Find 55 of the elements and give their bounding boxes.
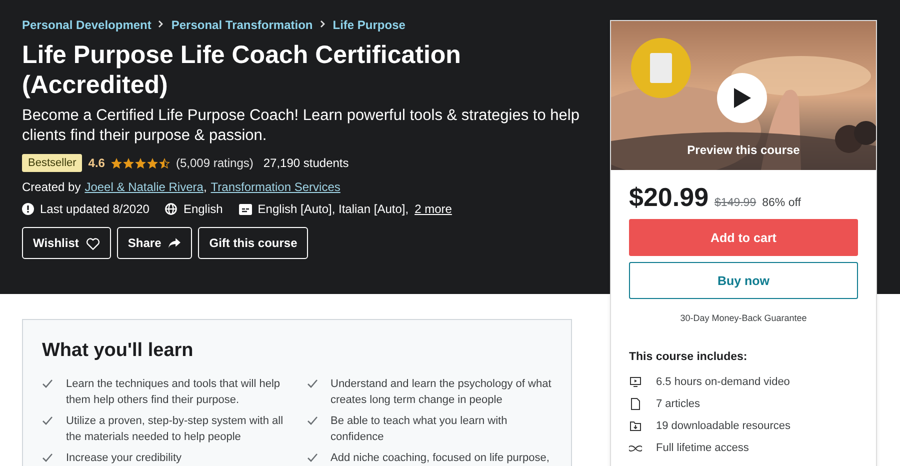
buy-now-button[interactable]: Buy now (629, 262, 858, 299)
bestseller-badge: Bestseller (22, 154, 82, 172)
section-heading: What you'll learn (42, 340, 194, 362)
learning-point: Add niche coaching, focused on life purpose, (330, 451, 550, 466)
guarantee-note: 30-Day Money-Back Guarantee (679, 313, 808, 323)
video-icon (629, 377, 642, 387)
feature-text: Full lifetime access (656, 442, 749, 454)
students-count: 27,190 students (263, 156, 349, 170)
created-by-label: Created by (22, 180, 81, 194)
check-icon (42, 379, 53, 388)
feature-text: 7 articles (656, 398, 700, 410)
rating-value: 4.6 (88, 156, 105, 170)
learning-point: Be able to teach what you learn with confidence (330, 414, 508, 445)
check-icon (306, 379, 318, 388)
current-price: $20.99 (629, 182, 709, 213)
folder-download-icon (629, 421, 642, 431)
learning-point: Learn the techniques and tools that will help them help others find their purpose. (66, 377, 282, 408)
learning-point: Increase your credibility (66, 451, 182, 466)
play-icon (732, 87, 752, 109)
infinity-icon (629, 444, 642, 452)
course-subtitle: Become a Certified Life Purpose Coach! Learn powerful tools & strategies to help clients find their purpose & passion. (22, 106, 580, 146)
author-link[interactable]: Joeel & Natalie Rivera (84, 180, 204, 194)
share-arrow-icon (168, 237, 182, 249)
captions-languages: English [Auto], Italian [Auto], (258, 202, 409, 216)
last-updated: Last updated 8/2020 (40, 202, 150, 216)
action-button[interactable]: Share (116, 227, 192, 259)
heart-icon (86, 236, 100, 250)
author-separator: , (203, 180, 207, 194)
check-icon (42, 453, 53, 462)
breadcrumb-link[interactable]: Personal Transformation (171, 18, 313, 32)
language: English (183, 202, 223, 216)
learning-point: Understand and learn the psychology of what creates long term change in people (330, 377, 552, 408)
breadcrumb-link[interactable]: Life Purpose (332, 18, 406, 32)
document-icon (629, 398, 642, 410)
check-icon (42, 416, 53, 425)
action-button[interactable]: Wishlist (22, 227, 111, 259)
ratings-count: (5,009 ratings) (176, 156, 254, 170)
alert-icon (22, 203, 34, 215)
check-icon (306, 453, 318, 462)
captions-icon (238, 204, 252, 214)
action-button[interactable]: Gift this course (198, 227, 308, 259)
discount-label: 86% off (762, 197, 801, 209)
feature-text: 6.5 hours on-demand video (656, 376, 790, 388)
breadcrumb-link[interactable]: Personal Development (22, 18, 152, 32)
learning-point: Utilize a proven, step-by-step system with all the materials needed to help people (66, 414, 284, 445)
feature-text: 19 downloadable resources (656, 420, 791, 432)
original-price: $149.99 (714, 197, 756, 209)
course-title: Life Purpose Life Coach Certification (Accredited) (22, 40, 462, 100)
author-link[interactable]: Transformation Services (210, 180, 340, 194)
preview-label[interactable]: Preview this course (687, 143, 800, 157)
includes-heading: This course includes: (629, 351, 748, 363)
check-icon (306, 416, 318, 425)
more-link[interactable]: 2 more (414, 202, 452, 216)
globe-icon (165, 203, 178, 215)
add-to-cart-button[interactable]: Add to cart (629, 219, 858, 256)
